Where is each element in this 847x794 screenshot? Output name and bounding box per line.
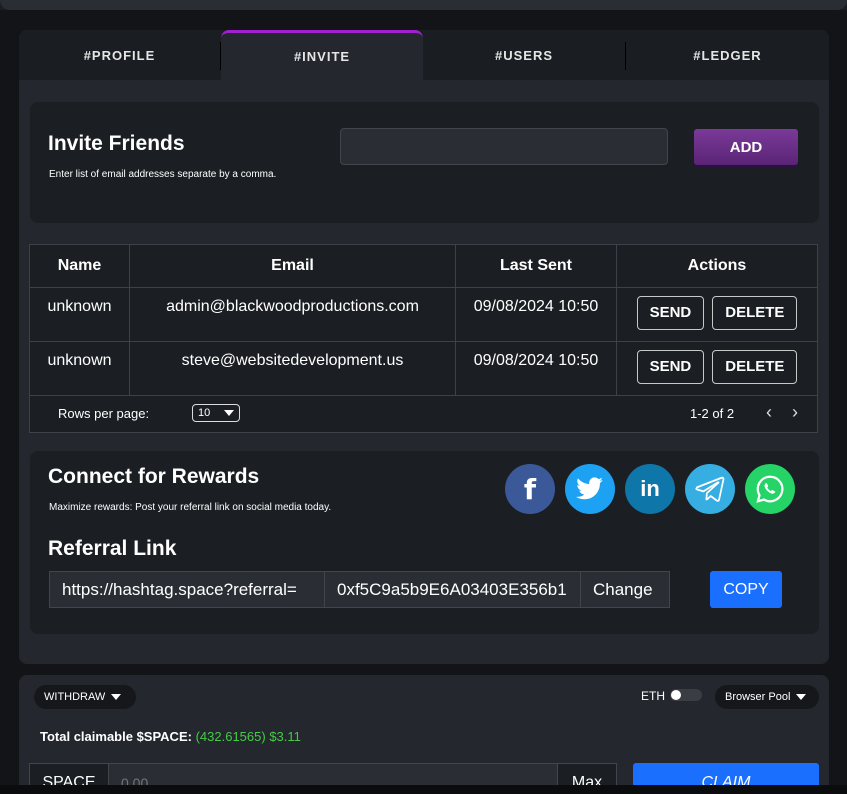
facebook-icon[interactable]: f	[505, 464, 555, 514]
top-bar	[0, 0, 847, 10]
caret-down-icon	[796, 694, 807, 700]
invites-table-grid: Name Email Last Sent Actions unknown adm…	[30, 245, 817, 396]
send-button[interactable]: SEND	[636, 350, 705, 384]
delete-button[interactable]: DELETE	[712, 296, 798, 330]
row-last-sent: 09/08/2024 10:50	[455, 287, 617, 342]
tab-users[interactable]: #USERS	[423, 30, 625, 80]
invites-table: Name Email Last Sent Actions unknown adm…	[29, 244, 818, 433]
withdraw-mode-dropdown[interactable]: WITHDRAW	[34, 685, 136, 709]
column-header-email: Email	[129, 245, 456, 288]
network-toggle[interactable]	[670, 689, 702, 701]
rewards-card: Connect for Rewards Maximize rewards: Po…	[30, 451, 819, 634]
claimable-label: Total claimable $SPACE:	[40, 729, 192, 744]
claimable-usd: $3.11	[269, 729, 301, 744]
rows-per-page-label: Rows per page:	[58, 406, 150, 421]
tab-ledger[interactable]: #LEDGER	[626, 30, 829, 80]
claimable-summary: Total claimable $SPACE: (432.61565) $3.1…	[40, 729, 301, 744]
referral-link-title: Referral Link	[48, 537, 177, 560]
telegram-icon[interactable]	[685, 464, 735, 514]
page-count: 1-2 of 2	[690, 406, 735, 421]
rows-per-page-value: 10	[198, 407, 211, 419]
claimable-amount: (432.61565)	[195, 729, 266, 744]
row-email: steve@websitedevelopment.us	[129, 341, 456, 396]
caret-down-icon	[224, 410, 234, 416]
row-actions: SEND DELETE	[616, 341, 817, 396]
rows-per-page-select[interactable]: 10	[192, 404, 240, 422]
invite-title: Invite Friends	[48, 132, 185, 155]
chevron-left-icon[interactable]: ‹	[766, 402, 772, 423]
top-bar-inner	[0, 0, 847, 10]
whatsapp-icon[interactable]	[745, 464, 795, 514]
chevron-right-icon[interactable]: ›	[792, 402, 798, 423]
invite-panel: #PROFILE #INVITE #USERS #LEDGER Invite F…	[19, 30, 829, 664]
linkedin-glyph: in	[640, 476, 660, 501]
row-email: admin@blackwoodproductions.com	[129, 287, 456, 342]
tab-invite[interactable]: #INVITE	[221, 30, 423, 80]
caret-down-icon	[111, 694, 122, 700]
pool-label: Browser Pool	[725, 691, 791, 703]
toggle-knob	[671, 690, 681, 700]
send-button[interactable]: SEND	[636, 296, 705, 330]
email-list-input[interactable]	[340, 128, 668, 165]
network-label: ETH	[641, 689, 665, 703]
invite-friends-card: Invite Friends Enter list of email addre…	[30, 102, 819, 223]
table-row: unknown steve@websitedevelopment.us 09/0…	[30, 341, 817, 396]
row-actions: SEND DELETE	[616, 287, 817, 342]
rewards-subtitle: Maximize rewards: Post your referral lin…	[49, 502, 332, 513]
row-name: unknown	[30, 341, 130, 396]
add-button[interactable]: ADD	[694, 129, 798, 165]
tab-bar: #PROFILE #INVITE #USERS #LEDGER	[19, 30, 829, 80]
table-pagination: Rows per page: 10 1-2 of 2 ‹ ›	[30, 396, 817, 432]
change-referral-button[interactable]: Change	[580, 571, 670, 608]
row-name: unknown	[30, 287, 130, 342]
referral-code[interactable]: 0xf5C9a5b9E6A03403E356b1	[324, 571, 581, 608]
twitter-icon[interactable]	[565, 464, 615, 514]
referral-base-url: https://hashtag.space?referral=	[49, 571, 325, 608]
copy-button[interactable]: COPY	[710, 571, 782, 608]
column-header-name: Name	[30, 245, 130, 288]
rewards-title: Connect for Rewards	[48, 465, 260, 488]
linkedin-icon[interactable]: in	[625, 464, 675, 514]
withdraw-mode-label: WITHDRAW	[44, 691, 106, 703]
pool-dropdown[interactable]: Browser Pool	[715, 685, 819, 709]
row-last-sent: 09/08/2024 10:50	[455, 341, 617, 396]
invite-subtitle: Enter list of email addresses separate b…	[49, 169, 277, 180]
delete-button[interactable]: DELETE	[712, 350, 798, 384]
table-header-row: Name Email Last Sent Actions	[30, 245, 817, 288]
column-header-last-sent: Last Sent	[455, 245, 617, 288]
tab-profile[interactable]: #PROFILE	[19, 30, 220, 80]
column-header-actions: Actions	[616, 245, 817, 288]
table-row: unknown admin@blackwoodproductions.com 0…	[30, 287, 817, 342]
bottom-strip	[0, 785, 847, 794]
withdraw-panel: WITHDRAW ETH Browser Pool Total claimabl…	[19, 675, 829, 794]
facebook-glyph: f	[523, 472, 537, 506]
